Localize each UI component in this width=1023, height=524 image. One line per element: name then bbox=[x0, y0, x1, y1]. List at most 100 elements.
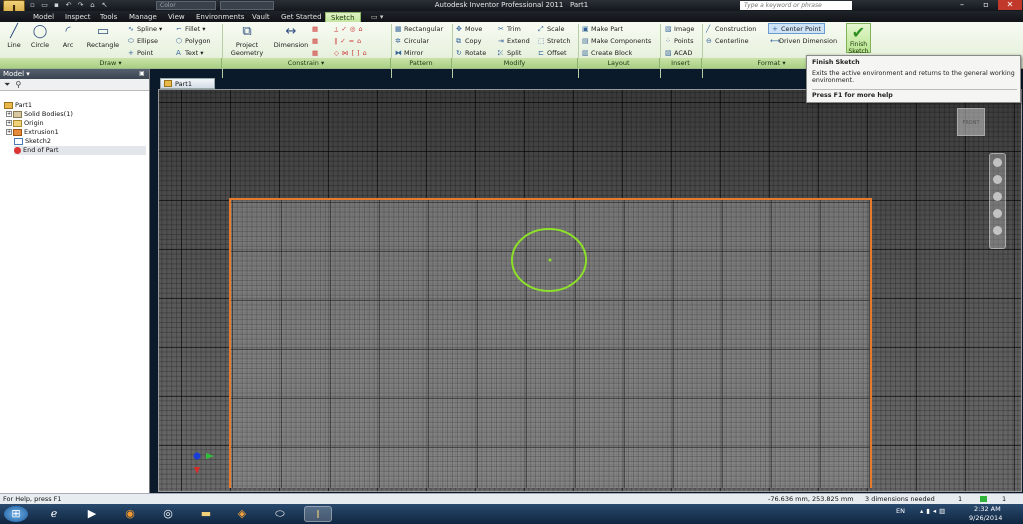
points-icon: ⁘ bbox=[665, 37, 671, 45]
center-point-button[interactable]: + Center Point bbox=[768, 23, 826, 34]
polygon-button[interactable]: ⬡ Polygon bbox=[176, 36, 211, 47]
find-icon[interactable]: ⚲ bbox=[16, 80, 22, 89]
points-button[interactable]: ⁘ Points bbox=[665, 36, 694, 47]
move-button[interactable]: ✥ Move bbox=[456, 24, 482, 35]
project-geometry-icon: ⧉ bbox=[242, 24, 252, 39]
tab-inspect[interactable]: Inspect bbox=[60, 12, 96, 22]
move-icon: ✥ bbox=[456, 25, 462, 33]
arc-icon: ◜ bbox=[65, 24, 71, 39]
status-count-1: 1 bbox=[958, 495, 963, 503]
graphics-window[interactable]: FRONT bbox=[158, 89, 1022, 492]
tab-view[interactable]: View bbox=[163, 12, 190, 22]
panel-draw[interactable]: Draw ▾ bbox=[0, 58, 222, 68]
clock-date[interactable]: 9/26/2014 bbox=[969, 514, 1002, 522]
model-browser: Model ▾ ▣ ⏷ ⚲ Part1 + Solid Bodies(1) + Ori… bbox=[0, 69, 150, 493]
construction-button[interactable]: ╱ Construction bbox=[706, 24, 756, 35]
app-icon[interactable]: ⬭ bbox=[266, 506, 294, 522]
ellipse-button[interactable]: ⬭ Ellipse bbox=[128, 36, 158, 47]
firefox-icon[interactable]: ◉ bbox=[116, 506, 144, 522]
tray-icons[interactable]: ▴▮◂▥ bbox=[920, 507, 948, 515]
look-at-icon[interactable] bbox=[993, 226, 1002, 235]
language-indicator[interactable]: EN bbox=[896, 507, 905, 515]
sketch-circle[interactable] bbox=[509, 226, 589, 294]
maximize-button[interactable]: ▫ bbox=[974, 0, 998, 10]
line-button[interactable]: ╱ Line bbox=[3, 24, 25, 49]
orbit-icon[interactable] bbox=[993, 209, 1002, 218]
constraint-icons-row1[interactable]: ▦ bbox=[312, 24, 318, 35]
tab-tools[interactable]: Tools bbox=[95, 12, 122, 22]
constraint-coincident-icons[interactable]: ⟂✓◎⌂ bbox=[334, 24, 366, 35]
arc-button[interactable]: ◜ Arc bbox=[56, 24, 80, 49]
tree-node-solid-bodies[interactable]: + Solid Bodies(1) bbox=[6, 110, 73, 119]
ribbon-tab-bar: Model Inspect Tools Manage View Environm… bbox=[0, 11, 1023, 22]
tab-environments[interactable]: Environments bbox=[191, 12, 249, 22]
clock-time[interactable]: 2:32 AM bbox=[974, 505, 1001, 513]
make-part-button[interactable]: ▣ Make Part bbox=[582, 24, 623, 35]
ribbon-options-icon[interactable]: ▭ ▾ bbox=[366, 12, 388, 22]
rectangle-button[interactable]: ▭ Rectangle bbox=[84, 24, 122, 49]
dimension-icon: ↔ bbox=[285, 24, 297, 39]
tab-get-started[interactable]: Get Started bbox=[276, 12, 327, 22]
tab-vault[interactable]: Vault bbox=[247, 12, 275, 22]
circular-pattern-button[interactable]: ✲ Circular bbox=[395, 36, 429, 47]
start-button[interactable]: ⊞ bbox=[4, 506, 28, 522]
make-components-icon: ▤ bbox=[582, 37, 589, 45]
panel-constrain[interactable]: Constrain ▾ bbox=[222, 58, 391, 68]
part-icon bbox=[164, 80, 172, 87]
zoom-icon[interactable] bbox=[993, 192, 1002, 201]
tooltip-footer: Press F1 for more help bbox=[812, 89, 1017, 99]
make-components-button[interactable]: ▤ Make Components bbox=[582, 36, 651, 47]
stretch-button[interactable]: ⬚ Stretch bbox=[538, 36, 570, 47]
circle-center-point[interactable] bbox=[548, 258, 552, 262]
copy-button[interactable]: ⧉ Copy bbox=[456, 36, 482, 47]
constraint-icons-row2[interactable]: ▦ bbox=[312, 36, 318, 47]
search-input[interactable]: Type a keyword or phrase bbox=[740, 1, 852, 10]
tree-node-origin[interactable]: + Origin bbox=[6, 119, 44, 128]
rectangular-pattern-button[interactable]: ▦ Rectangular bbox=[395, 24, 443, 35]
extend-button[interactable]: ⇥ Extend bbox=[498, 36, 530, 47]
pan-icon[interactable] bbox=[993, 175, 1002, 184]
ellipse-icon: ⬭ bbox=[128, 37, 134, 45]
steering-wheel-icon[interactable] bbox=[993, 158, 1002, 167]
vlc-icon[interactable]: ◈ bbox=[228, 506, 256, 522]
browser-header[interactable]: Model ▾ ▣ bbox=[0, 69, 149, 79]
image-icon: ▧ bbox=[665, 25, 672, 33]
tab-model[interactable]: Model bbox=[28, 12, 59, 22]
file-explorer-icon[interactable]: ▬ bbox=[192, 506, 220, 522]
tab-manage[interactable]: Manage bbox=[124, 12, 162, 22]
chrome-icon[interactable]: ◎ bbox=[154, 506, 182, 522]
image-button[interactable]: ▧ Image bbox=[665, 24, 694, 35]
constraint-parallel-icons[interactable]: ∥✓=⌂ bbox=[334, 36, 364, 47]
circle-button[interactable]: ◯ Circle bbox=[28, 24, 52, 49]
inventor-taskbar-icon[interactable]: I bbox=[304, 506, 332, 522]
filter-icon[interactable]: ⏷ bbox=[4, 80, 10, 89]
folder-icon bbox=[13, 119, 22, 127]
trim-button[interactable]: ✂ Trim bbox=[498, 24, 521, 35]
minimize-button[interactable]: – bbox=[950, 0, 974, 10]
tree-node-part[interactable]: Part1 bbox=[4, 101, 32, 110]
panel-insert: Insert bbox=[660, 58, 702, 68]
dimension-button[interactable]: ↔ Dimension bbox=[272, 24, 310, 49]
fillet-button[interactable]: ⌐ Fillet ▾ bbox=[176, 24, 206, 35]
scale-button[interactable]: ⤢ Scale bbox=[538, 24, 565, 35]
centerline-button[interactable]: ⊖ Centerline bbox=[706, 36, 749, 47]
internet-explorer-icon[interactable]: ℯ bbox=[40, 506, 68, 522]
finish-sketch-tooltip: Finish Sketch Exits the active environme… bbox=[806, 55, 1021, 103]
tab-sketch[interactable]: Sketch bbox=[325, 12, 361, 22]
status-help-text: For Help, press F1 bbox=[3, 495, 62, 503]
spline-button[interactable]: ∿ Spline ▾ bbox=[128, 24, 162, 35]
tree-node-extrusion[interactable]: + Extrusion1 bbox=[6, 128, 59, 137]
project-geometry-button[interactable]: ⧉ Project Geometry bbox=[226, 24, 268, 57]
sketch-icon bbox=[14, 137, 23, 145]
end-of-part-icon bbox=[14, 146, 21, 154]
document-tab[interactable]: Part1 bbox=[160, 78, 215, 89]
driven-dimension-button[interactable]: ⟷Driven Dimension bbox=[770, 36, 837, 47]
tree-node-end-of-part[interactable]: End of Part bbox=[14, 146, 146, 155]
finish-sketch-button[interactable]: ✔ Finish Sketch bbox=[846, 23, 871, 55]
close-button[interactable]: ✕ bbox=[998, 0, 1022, 10]
tree-node-sketch[interactable]: Sketch2 bbox=[14, 137, 51, 146]
center-point-icon: + bbox=[772, 25, 778, 33]
media-player-icon[interactable]: ▶ bbox=[78, 506, 106, 522]
browser-close-icon[interactable]: ▣ bbox=[139, 69, 145, 79]
viewcube[interactable]: FRONT bbox=[957, 108, 985, 136]
